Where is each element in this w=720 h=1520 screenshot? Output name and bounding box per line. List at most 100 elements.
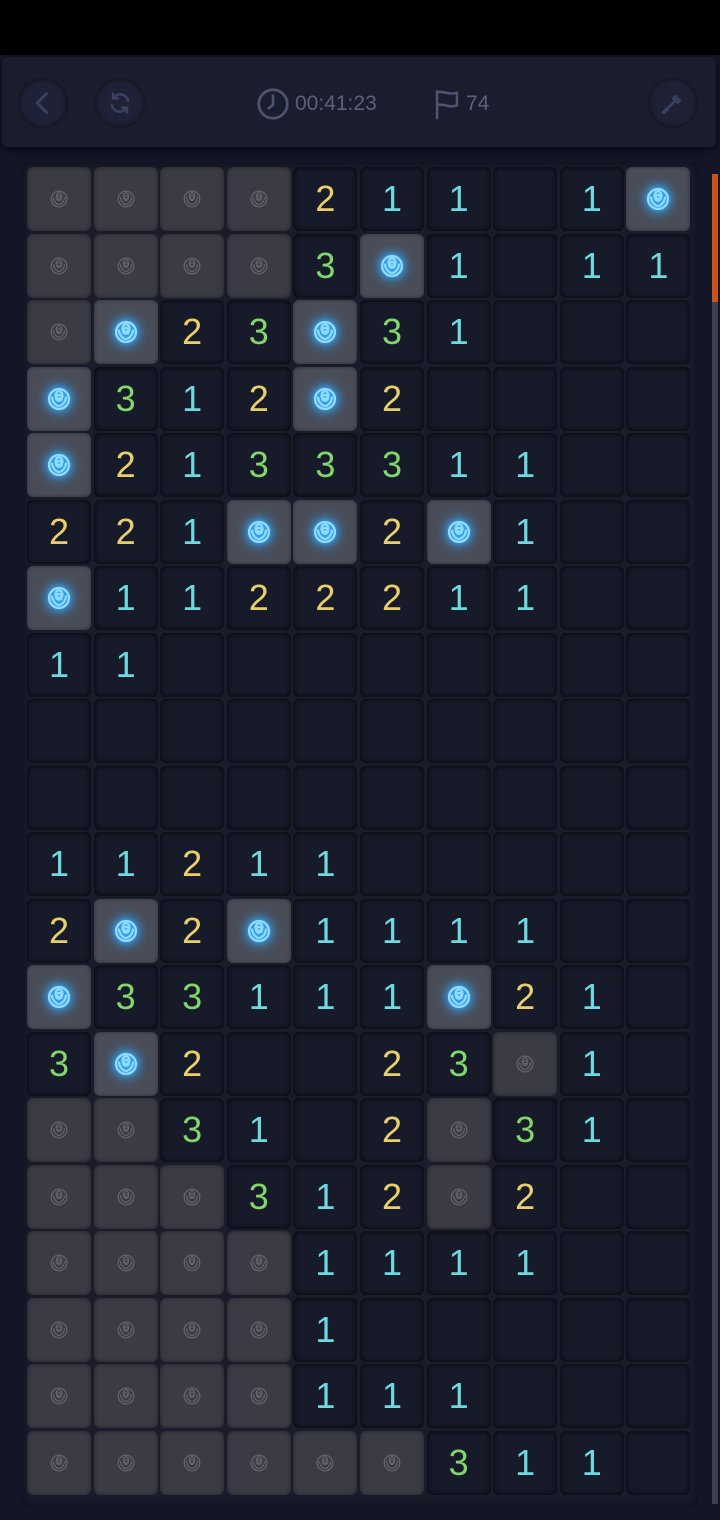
mine-cell <box>27 965 91 1029</box>
number-cell: 2 <box>93 499 158 564</box>
glowing-rose-icon <box>114 919 137 942</box>
empty-cell <box>493 765 558 830</box>
covered-cell[interactable] <box>493 1031 558 1096</box>
empty-cell <box>426 699 491 763</box>
restart-button[interactable] <box>95 78 145 128</box>
number-cell: 1 <box>360 1231 424 1295</box>
covered-cell[interactable] <box>93 1164 158 1229</box>
dig-mode-button[interactable] <box>648 78 698 128</box>
mine-cell <box>27 366 91 431</box>
covered-cell[interactable] <box>27 167 91 231</box>
empty-cell <box>626 433 691 497</box>
number-cell: 2 <box>27 898 91 963</box>
number-cell: 1 <box>493 433 558 497</box>
number-cell: 1 <box>426 898 491 963</box>
rose-icon <box>117 1254 135 1272</box>
covered-cell[interactable] <box>226 1430 291 1495</box>
mine-cell <box>426 965 491 1029</box>
empty-cell <box>626 566 691 630</box>
number-cell: 2 <box>360 1098 424 1162</box>
covered-cell[interactable] <box>27 1164 91 1229</box>
covered-cell[interactable] <box>27 300 91 364</box>
rose-icon <box>250 1454 268 1471</box>
number-cell: 1 <box>160 499 225 564</box>
glowing-rose-icon <box>314 320 337 344</box>
flag-counter: 74 <box>430 84 489 124</box>
covered-cell[interactable] <box>27 1297 91 1362</box>
number-cell: 1 <box>426 1231 491 1295</box>
number-cell: 1 <box>27 632 91 697</box>
scrollbar-thumb[interactable] <box>712 174 718 302</box>
covered-cell[interactable] <box>426 1164 491 1229</box>
covered-cell[interactable] <box>226 233 291 298</box>
covered-cell[interactable] <box>426 1098 491 1162</box>
covered-cell[interactable] <box>27 1231 91 1295</box>
covered-cell[interactable] <box>360 1430 424 1495</box>
covered-cell[interactable] <box>226 167 291 231</box>
glowing-rose-icon <box>314 387 337 410</box>
empty-cell <box>426 832 491 896</box>
covered-cell[interactable] <box>160 1364 225 1428</box>
back-button[interactable] <box>18 78 68 128</box>
covered-cell[interactable] <box>93 1430 158 1495</box>
covered-cell[interactable] <box>27 233 91 298</box>
status-bar <box>0 0 720 55</box>
empty-cell <box>559 699 624 763</box>
covered-cell[interactable] <box>93 1364 158 1428</box>
number-cell: 3 <box>493 1098 558 1162</box>
number-cell: 3 <box>27 1031 91 1096</box>
covered-cell[interactable] <box>226 1364 291 1428</box>
covered-cell[interactable] <box>226 1231 291 1295</box>
number-cell: 2 <box>360 1031 424 1096</box>
covered-cell[interactable] <box>160 1297 225 1362</box>
covered-cell[interactable] <box>293 1430 358 1495</box>
rose-icon <box>50 190 68 208</box>
rose-icon <box>183 1387 201 1405</box>
empty-cell <box>360 765 424 830</box>
mine-cell <box>426 499 491 564</box>
number-cell: 1 <box>360 965 424 1029</box>
glowing-rose-icon <box>47 387 71 410</box>
covered-cell[interactable] <box>160 167 225 231</box>
scrollbar-track[interactable] <box>712 174 718 1504</box>
covered-cell[interactable] <box>93 1297 158 1362</box>
timer-value: 00:41:23 <box>295 92 377 115</box>
empty-cell <box>360 632 424 697</box>
number-cell: 1 <box>493 499 558 564</box>
empty-cell <box>426 1297 491 1362</box>
rose-icon <box>117 1121 135 1139</box>
covered-cell[interactable] <box>226 1297 291 1362</box>
number-cell: 1 <box>93 632 158 697</box>
covered-cell[interactable] <box>93 1098 158 1162</box>
mine-cell <box>93 898 158 963</box>
covered-cell[interactable] <box>160 1430 225 1495</box>
empty-cell <box>93 765 158 830</box>
covered-cell[interactable] <box>160 233 225 298</box>
covered-cell[interactable] <box>160 1231 225 1295</box>
empty-cell <box>626 1430 691 1495</box>
rose-icon <box>183 1254 201 1272</box>
covered-cell[interactable] <box>27 1098 91 1162</box>
empty-cell <box>559 566 624 630</box>
covered-cell[interactable] <box>93 1231 158 1295</box>
empty-cell <box>160 765 225 830</box>
covered-cell[interactable] <box>93 233 158 298</box>
covered-cell[interactable] <box>27 1430 91 1495</box>
rose-icon <box>117 190 135 208</box>
rose-icon <box>117 257 135 274</box>
number-cell: 2 <box>160 1031 225 1096</box>
covered-cell[interactable] <box>160 1164 225 1229</box>
number-cell: 1 <box>426 233 491 298</box>
number-cell: 1 <box>293 1164 358 1229</box>
number-cell: 1 <box>559 965 624 1029</box>
empty-cell <box>559 366 624 431</box>
number-cell: 2 <box>293 566 358 630</box>
empty-cell <box>626 1297 691 1362</box>
number-cell: 1 <box>226 1098 291 1162</box>
number-cell: 1 <box>93 566 158 630</box>
empty-cell <box>27 699 91 763</box>
covered-cell[interactable] <box>93 167 158 231</box>
covered-cell[interactable] <box>27 1364 91 1428</box>
mine-cell <box>226 499 291 564</box>
rose-icon <box>50 323 68 341</box>
